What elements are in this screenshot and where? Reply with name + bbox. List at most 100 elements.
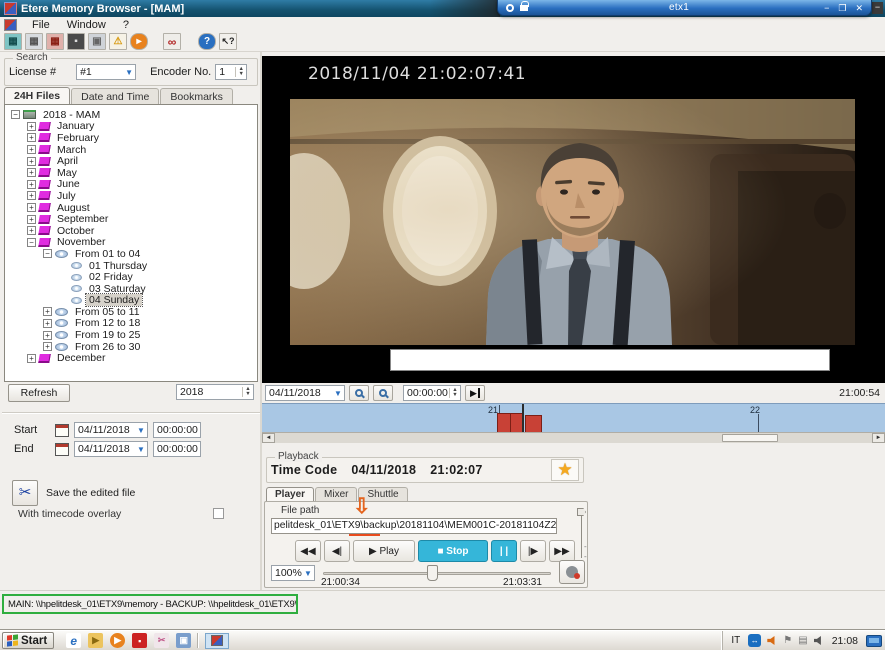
zoom-in-button[interactable] — [349, 385, 369, 401]
media-player-icon[interactable]: ▶ — [110, 633, 125, 648]
tab-24h-files[interactable]: 24H Files — [4, 87, 70, 104]
end-date-combo[interactable]: 04/11/2018 ▼ — [74, 441, 148, 457]
red-app-icon[interactable]: ▪ — [132, 633, 147, 648]
play-button[interactable]: ▶ Play — [353, 540, 415, 562]
tree-item-label[interactable]: 02 Friday — [86, 271, 136, 283]
language-indicator[interactable]: IT — [731, 635, 742, 646]
chevron-down-icon[interactable]: ▼ — [332, 389, 344, 398]
expand-icon[interactable]: + — [43, 307, 52, 316]
printer-icon[interactable]: ▤ — [798, 635, 807, 646]
tree-item-label[interactable]: From 05 to 11 — [72, 306, 143, 318]
teamviewer-icon[interactable]: ↔ — [748, 634, 761, 647]
collapse-icon[interactable]: − — [27, 238, 36, 247]
go-to-time-button[interactable]: ▶ — [465, 385, 485, 401]
timeline-scrollbar[interactable]: ◄ ► — [262, 432, 885, 443]
bookmark-button[interactable]: ★ — [551, 459, 579, 481]
binoculars-icon[interactable]: ∞ — [163, 33, 181, 50]
tree-item[interactable]: + December — [7, 352, 255, 364]
tree-item-label[interactable]: 04 Sunday — [86, 294, 142, 306]
tree-item[interactable]: −From 01 to 04 — [7, 248, 255, 260]
record-icon[interactable]: ▸ — [130, 33, 148, 50]
tree-item[interactable]: +From 26 to 30 — [7, 341, 255, 353]
flag-icon[interactable]: ⚑ — [783, 635, 792, 646]
tree-item-label[interactable]: September — [54, 213, 111, 225]
calendar-icon[interactable] — [55, 443, 69, 456]
tree-item-label[interactable]: November — [54, 236, 108, 248]
expand-icon[interactable]: + — [27, 168, 36, 177]
tree-item[interactable]: +From 19 to 25 — [7, 329, 255, 341]
tree-item-label[interactable]: October — [54, 225, 97, 237]
tab-mixer[interactable]: Mixer — [315, 487, 357, 501]
tree-item-label[interactable]: January — [54, 120, 97, 132]
tree-item[interactable]: 01 Thursday — [7, 260, 255, 272]
spinner-arrows-icon[interactable]: ▲▼ — [235, 67, 246, 77]
volume-slider[interactable]: - - — [577, 506, 587, 562]
rdp-minimize-button[interactable]: − — [824, 1, 829, 15]
start-date-combo[interactable]: 04/11/2018 ▼ — [74, 422, 148, 438]
tree-item-label[interactable]: 03 Saturday — [86, 283, 149, 295]
tree-item-label[interactable]: April — [54, 155, 81, 167]
tree-item[interactable]: + January — [7, 121, 255, 133]
scroll-right-arrow[interactable]: ► — [872, 433, 885, 443]
expand-icon[interactable]: + — [27, 215, 36, 224]
playhead[interactable] — [522, 404, 524, 433]
expand-icon[interactable]: + — [27, 122, 36, 131]
tree-item[interactable]: 04 Sunday — [7, 295, 255, 307]
expand-icon[interactable]: + — [27, 203, 36, 212]
tab-player[interactable]: Player — [266, 487, 314, 501]
jump-time-spinner[interactable]: 00:00:00 ▲▼ — [403, 385, 461, 401]
folder-media-icon[interactable]: ▶ — [88, 633, 103, 648]
year-spinner[interactable]: 2018 ▲▼ — [176, 384, 254, 400]
fast-forward-button[interactable]: ▶▶ — [549, 540, 575, 562]
zoom-level-combo[interactable]: 100% ▼ — [271, 565, 315, 581]
seek-slider-thumb[interactable] — [427, 565, 438, 581]
encoder-spinner[interactable]: 1 ▲▼ — [215, 64, 247, 80]
menu-file[interactable]: File — [30, 19, 52, 31]
context-help-icon[interactable]: ↖? — [219, 33, 237, 50]
pin-icon[interactable] — [506, 4, 514, 12]
tree-item[interactable]: +May — [7, 167, 255, 179]
tree-item-label[interactable]: March — [54, 144, 89, 156]
chevron-down-icon[interactable]: ▼ — [135, 426, 147, 435]
tree-item[interactable]: +April — [7, 155, 255, 167]
zoom-out-button[interactable] — [373, 385, 393, 401]
tree-item[interactable]: + From 05 to 11 — [7, 306, 255, 318]
expand-icon[interactable]: + — [43, 331, 52, 340]
license-combo[interactable]: #1 ▼ — [76, 64, 136, 80]
collapse-icon[interactable]: − — [43, 249, 52, 258]
app-minimize-button[interactable]: − — [872, 2, 883, 14]
tree-item-label[interactable]: From 12 to 18 — [72, 317, 143, 329]
chevron-down-icon[interactable]: ▼ — [123, 68, 135, 77]
stop-button[interactable]: ■ Stop — [418, 540, 488, 562]
tree-item-label[interactable]: February — [54, 132, 102, 144]
expand-icon[interactable]: + — [27, 191, 36, 200]
tree-item[interactable]: − November — [7, 237, 255, 249]
timecode-overlay-checkbox[interactable] — [213, 508, 224, 519]
clip-teal-icon[interactable]: ▦ — [4, 33, 22, 50]
expand-icon[interactable]: + — [27, 354, 36, 363]
spinner-arrows-icon[interactable]: ▲▼ — [242, 387, 253, 397]
internet-explorer-icon[interactable]: e — [66, 633, 81, 648]
start-button[interactable]: Start — [2, 632, 54, 649]
expand-icon[interactable]: + — [27, 133, 36, 142]
refresh-button[interactable]: Refresh — [8, 384, 70, 402]
tree-item-label[interactable]: August — [54, 202, 93, 214]
tree-item[interactable]: + August — [7, 202, 255, 214]
tree-item[interactable]: 02 Friday — [7, 271, 255, 283]
chevron-down-icon[interactable]: ▼ — [135, 445, 147, 454]
help-icon[interactable]: ? — [198, 33, 216, 50]
tree-item[interactable]: + From 12 to 18 — [7, 318, 255, 330]
active-task-button[interactable] — [205, 633, 229, 649]
end-time-field[interactable]: 00:00:00 — [153, 441, 201, 457]
pink-app-icon[interactable]: ✂ — [154, 633, 169, 648]
tree-item-label[interactable]: December — [54, 352, 108, 364]
tree-item-label[interactable]: From 26 to 30 — [72, 341, 143, 353]
save-disk-icon[interactable]: ▪ — [67, 33, 85, 50]
volume-orange-icon[interactable] — [767, 636, 777, 645]
tree-item-label[interactable]: July — [54, 190, 79, 202]
save-edited-file-button[interactable]: ✂ — [12, 480, 38, 506]
rdp-restore-button[interactable]: ❐ — [838, 1, 846, 15]
date-tree[interactable]: −2018 - MAM+January+February+March+April… — [4, 104, 258, 382]
expand-icon[interactable]: + — [43, 319, 52, 328]
tree-item[interactable]: + February — [7, 132, 255, 144]
